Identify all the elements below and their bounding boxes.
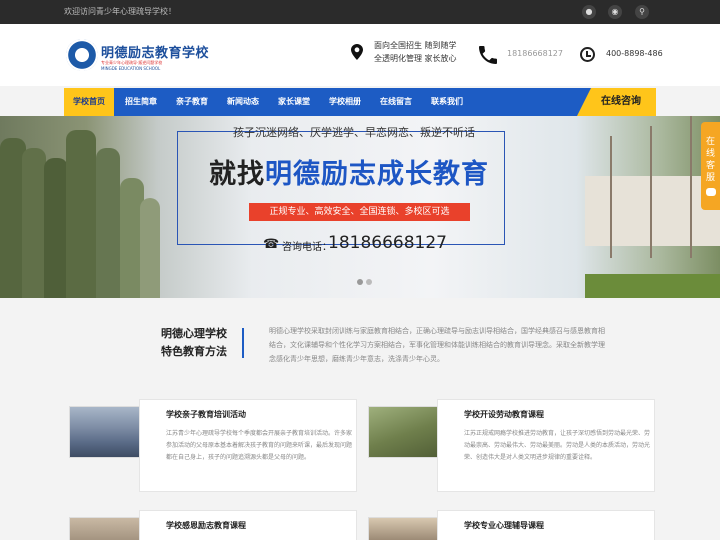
search-icon[interactable]: ⚲ xyxy=(635,5,649,19)
welcome-text: 欢迎访问青少年心理疏导学校！ xyxy=(64,7,176,16)
wechat-icon[interactable]: ◉ xyxy=(608,5,622,19)
nav-news[interactable]: 新闻动态 xyxy=(219,88,267,116)
banner-photo-tree xyxy=(650,126,652,258)
main-nav: 学校首页 招生简章 亲子教育 新闻动态 家长课堂 学校相册 在线留言 联系我们 xyxy=(64,88,656,116)
online-consult-label: 在线咨询 xyxy=(601,96,641,107)
school-logo-icon[interactable] xyxy=(66,39,98,71)
card-gratitude[interactable]: 学校感恩励志教育课程 xyxy=(139,510,357,540)
card-counseling[interactable]: 学校专业心理辅导课程 xyxy=(437,510,655,540)
card-labor[interactable]: 学校开设劳动教育课程 江苏正规戒网瘾学校推进劳动教育，让孩子深切感悟到劳动最光荣… xyxy=(437,399,655,492)
top-bar: 欢迎访问青少年心理疏导学校！ ● ◉ ⚲ xyxy=(0,0,720,24)
card-title[interactable]: 学校感恩励志教育课程 xyxy=(166,520,246,531)
banner-photo-building xyxy=(585,176,720,246)
nav-message[interactable]: 在线留言 xyxy=(372,88,420,116)
nav-parent-class[interactable]: 家长课堂 xyxy=(270,88,318,116)
nav-contact[interactable]: 联系我们 xyxy=(423,88,471,116)
logo-title[interactable]: 明德励志教育学校 xyxy=(101,42,209,61)
card-title[interactable]: 学校开设劳动教育课程 xyxy=(464,409,544,420)
banner-photo-soldier xyxy=(96,148,120,298)
clock-icon xyxy=(580,47,595,62)
online-service-float[interactable]: 在线客服 xyxy=(701,122,720,210)
nav-parenting[interactable]: 亲子教育 xyxy=(168,88,216,116)
banner-photo-soldier xyxy=(22,148,46,298)
card-text: 江苏青少年心理疏导学校每个季度都会开展亲子教育培训活动。许多家参加活动的父母原本… xyxy=(166,430,353,461)
slogan-line-1: 面向全国招生 随到随学 xyxy=(374,41,457,50)
banner-photo-ground xyxy=(585,274,720,298)
hotline-number[interactable]: 400-8898-486 xyxy=(606,49,663,58)
banner-subtitle: 孩子沉迷网络、厌学逃学、早恋网恋、叛逆不听话 xyxy=(233,126,475,139)
intro-text: 明德心理学校采取封闭训练与家庭教育相结合，正确心理疏导与励志训导相结合，国学经典… xyxy=(269,327,605,363)
banner-title-highlight: 明德励志成长教育 xyxy=(265,159,489,190)
nav-admissions[interactable]: 招生简章 xyxy=(117,88,165,116)
banner-photo-soldier xyxy=(66,130,96,298)
banner-photo-tree xyxy=(690,116,692,258)
logo-subtitle-en: MINGDE EDUCATION SCHOOL xyxy=(101,66,161,71)
site-header: 明德励志教育学校 专业青少年心理疏导·叛逆问题学校 MINGDE EDUCATI… xyxy=(0,24,720,86)
card-text: 江苏正规戒网瘾学校推进劳动教育，让孩子深切感悟到劳动最光荣、劳动最崇高、劳动最伟… xyxy=(464,430,651,461)
intro-title: 明德心理学校 特色教育方法 xyxy=(161,325,227,361)
chat-bubble-icon xyxy=(705,188,716,196)
slogan-line-2: 全透明化管理 家长放心 xyxy=(374,54,457,63)
nav-home[interactable]: 学校首页 xyxy=(64,88,114,116)
banner-photo-soldier xyxy=(140,198,160,298)
banner-title-prefix: 就找 xyxy=(209,159,265,190)
banner-phone-number[interactable]: 18186668127 xyxy=(328,233,447,253)
intro-title-line-2: 特色教育方法 xyxy=(161,345,227,358)
intro-title-line-1: 明德心理学校 xyxy=(161,327,227,340)
carousel-dot-2[interactable] xyxy=(366,279,372,285)
card-parenting[interactable]: 学校亲子教育培训活动 江苏青少年心理疏导学校每个季度都会开展亲子教育培训活动。许… xyxy=(139,399,357,492)
telephone-icon: ☎ xyxy=(263,237,280,252)
banner-photo-soldier xyxy=(44,158,68,298)
banner-photo-tree xyxy=(610,136,612,258)
card-title[interactable]: 学校专业心理辅导课程 xyxy=(464,520,544,531)
banner-title: 就找明德励志成长教育 xyxy=(209,152,489,191)
carousel-dot-1[interactable] xyxy=(357,279,363,285)
online-consult-button[interactable]: 在线咨询 xyxy=(577,88,656,116)
phone-icon xyxy=(479,46,497,64)
intro-divider xyxy=(242,328,244,358)
online-service-label: 在线客服 xyxy=(705,137,715,183)
header-phone-number[interactable]: 18186668127 xyxy=(507,49,563,58)
location-pin-icon xyxy=(351,44,363,60)
nav-album[interactable]: 学校相册 xyxy=(321,88,369,116)
qq-icon[interactable]: ● xyxy=(582,5,596,19)
card-title[interactable]: 学校亲子教育培训活动 xyxy=(166,409,246,420)
banner-tagline: 正规专业、高效安全、全国连锁、多校区可选 xyxy=(249,203,470,221)
banner-phone-label: 咨询电话： xyxy=(282,242,332,253)
